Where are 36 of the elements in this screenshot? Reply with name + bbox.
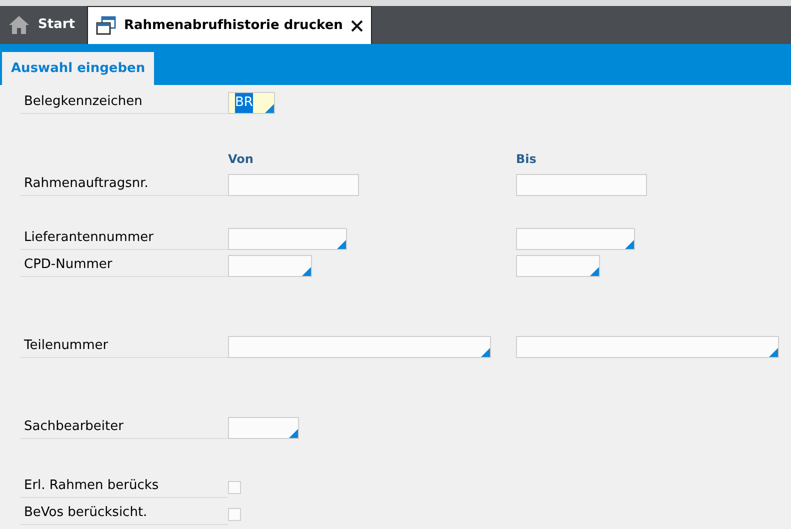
corner-icon — [590, 267, 599, 276]
field-label: CPD-Nummer — [20, 255, 228, 277]
input-field[interactable] — [228, 336, 491, 358]
field-label: Teilenummer — [20, 336, 228, 358]
corner-icon — [337, 240, 346, 249]
input-field[interactable] — [228, 174, 359, 196]
input-field[interactable] — [516, 174, 647, 196]
corner-icon — [481, 348, 490, 357]
windows-icon — [96, 16, 116, 36]
close-icon[interactable] — [350, 20, 363, 32]
tab[interactable]: Start — [0, 6, 85, 44]
field-label: Lieferantennummer — [20, 228, 228, 250]
field-label: Sachbearbeiter — [20, 417, 228, 439]
input-field[interactable] — [516, 228, 635, 250]
input-field[interactable] — [516, 255, 600, 277]
field-label: Belegkennzeichen — [20, 92, 228, 114]
input-field[interactable] — [228, 417, 299, 439]
home-icon — [8, 15, 30, 35]
corner-icon — [625, 240, 634, 249]
input-field[interactable] — [516, 336, 779, 358]
section-tab[interactable]: Auswahl eingeben — [2, 52, 154, 85]
checkbox[interactable] — [228, 508, 241, 520]
input-field[interactable] — [228, 228, 347, 250]
checkbox[interactable] — [228, 480, 241, 494]
field-label: Erl. Rahmen berücks — [20, 476, 228, 498]
field-label: BeVos berücksicht. — [20, 503, 228, 525]
corner-icon — [769, 348, 778, 357]
corner-icon — [265, 104, 274, 113]
field-label: Rahmenauftragsnr. — [20, 174, 228, 196]
input-field[interactable]: BR — [228, 92, 275, 114]
column-header: Bis — [516, 151, 536, 168]
tab[interactable]: Rahmenabrufhistorie drucken — [86, 6, 372, 44]
input-field[interactable] — [228, 255, 312, 277]
corner-icon — [302, 267, 311, 276]
corner-icon — [289, 429, 298, 438]
column-header: Von — [228, 151, 254, 168]
